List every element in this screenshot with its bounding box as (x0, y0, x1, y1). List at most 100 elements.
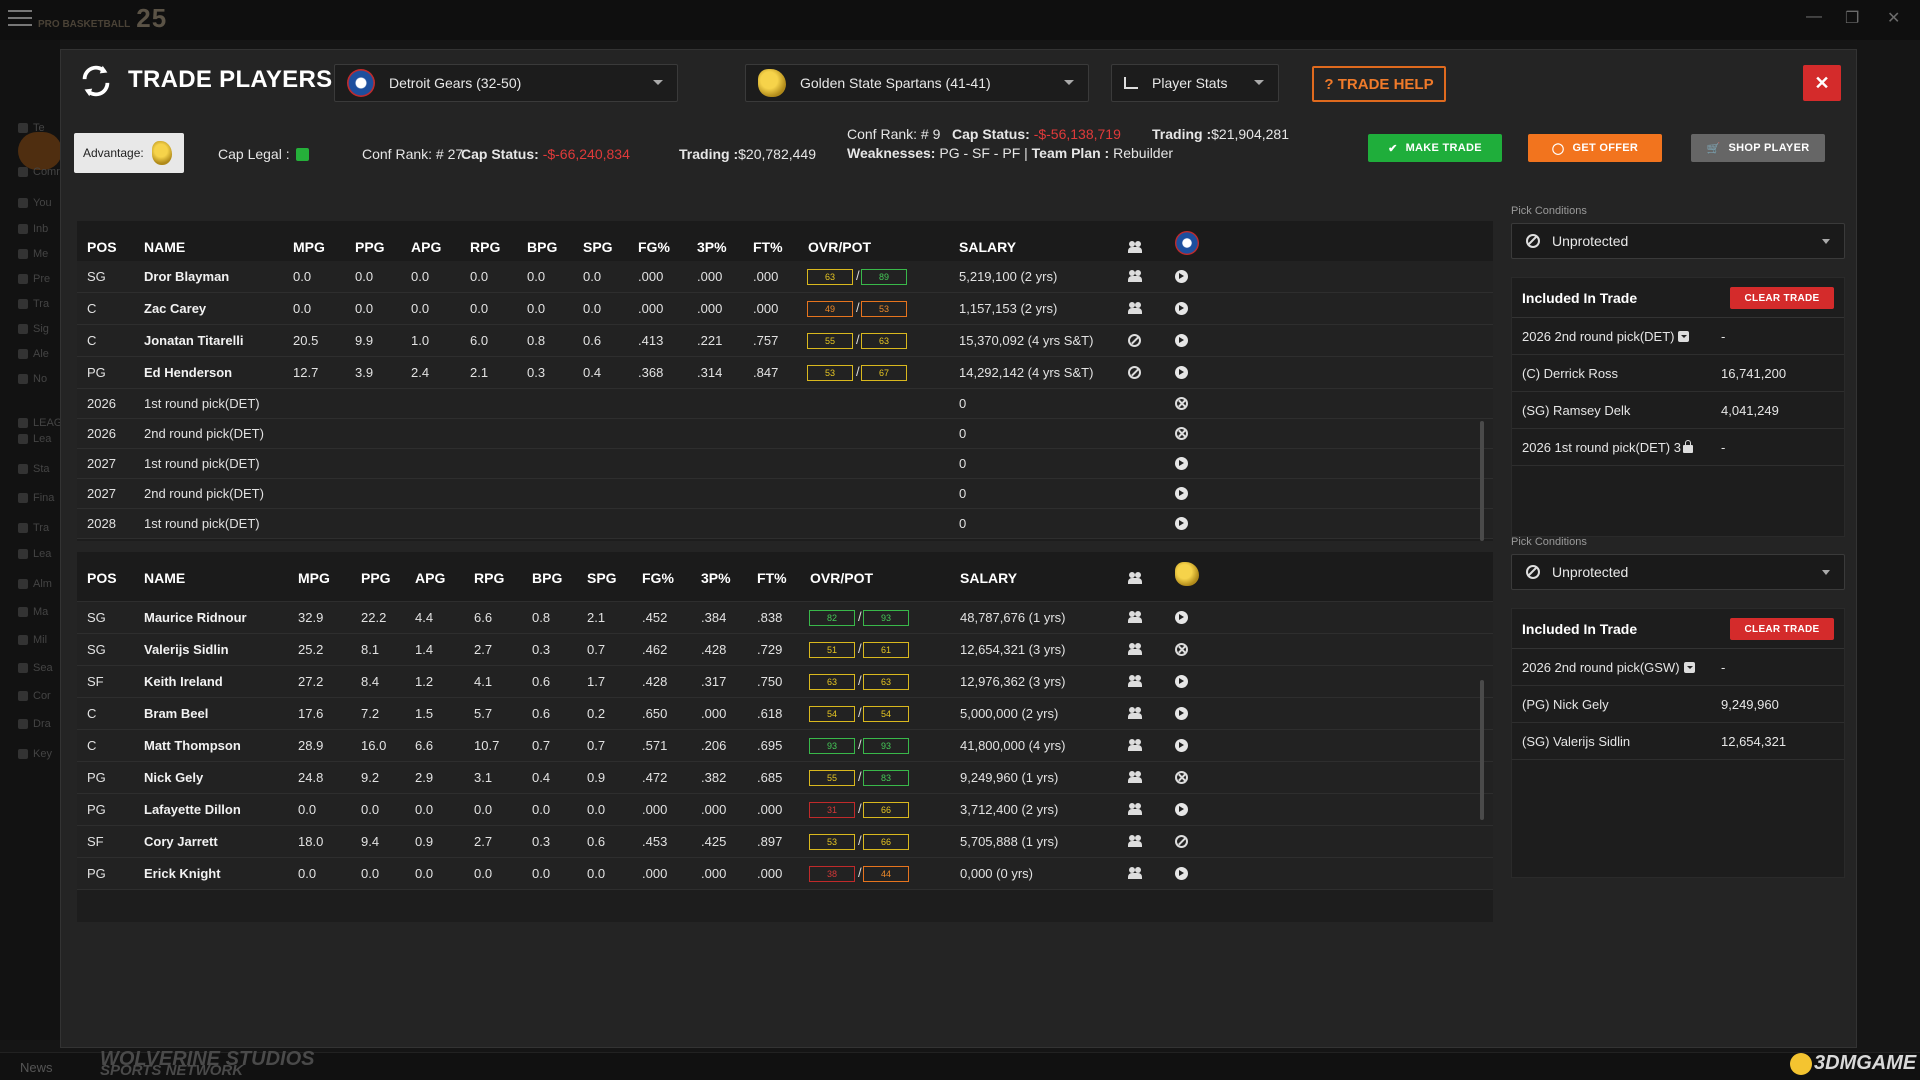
remove-icon[interactable] (1175, 397, 1188, 410)
people-icon[interactable] (1128, 835, 1142, 847)
people-icon[interactable] (1128, 270, 1142, 282)
clear-trade-button[interactable]: CLEAR TRADE (1730, 287, 1834, 309)
column-header[interactable]: POS (87, 570, 117, 586)
close-window-icon[interactable]: ✕ (1887, 8, 1900, 28)
included-item[interactable]: (C) Derrick Ross 16,741,200 (1512, 355, 1844, 392)
column-header[interactable]: MPG (293, 239, 325, 255)
column-header[interactable]: 3P% (697, 239, 727, 255)
close-dialog-button[interactable]: ✕ (1803, 65, 1841, 101)
people-icon[interactable] (1128, 867, 1142, 879)
included-item[interactable]: (PG) Nick Gely 9,249,960 (1512, 686, 1844, 723)
table-row[interactable]: PG Erick Knight 0.0 0.0 0.0 0.0 0.0 0.0 .000 .000… (77, 858, 1493, 890)
table-row[interactable]: C Bram Beel 17.6 7.2 1.5 5.7 0.6 0.2 .650 .000 .61… (77, 698, 1493, 730)
people-icon[interactable] (1128, 611, 1142, 623)
column-header[interactable]: FG% (638, 239, 670, 255)
column-header[interactable]: BPG (527, 239, 557, 255)
draft-pick-row[interactable]: 2026 1st round pick(DET) 0 (77, 389, 1493, 419)
column-header[interactable]: FG% (642, 570, 674, 586)
remove-icon[interactable] (1175, 427, 1188, 440)
column-header[interactable]: NAME (144, 570, 185, 586)
trade-help-button[interactable]: ? TRADE HELP (1312, 66, 1446, 102)
table-row[interactable]: PG Nick Gely 24.8 9.2 2.9 3.1 0.4 0.9 .472 .382 .6… (77, 762, 1493, 794)
included-item[interactable]: 2026 1st round pick(DET) 3 - (1512, 429, 1844, 466)
view-select[interactable]: Player Stats (1111, 64, 1279, 102)
table-row[interactable]: PG Ed Henderson 12.7 3.9 2.4 2.1 0.3 0.4 .368 .31… (77, 357, 1493, 389)
arrow-right-icon[interactable] (1175, 270, 1188, 283)
draft-pick-row[interactable]: 2027 2nd round pick(DET) 0 (77, 479, 1493, 509)
remove-icon[interactable] (1175, 643, 1188, 656)
dropdown-tag-icon[interactable] (1683, 662, 1695, 673)
draft-pick-row[interactable]: 2027 1st round pick(DET) 0 (77, 449, 1493, 479)
people-icon[interactable] (1128, 803, 1142, 815)
table-row[interactable]: SF Cory Jarrett 18.0 9.4 0.9 2.7 0.3 0.6 .453 .42… (77, 826, 1493, 858)
column-header[interactable]: APG (415, 570, 445, 586)
people-icon[interactable] (1128, 707, 1142, 719)
table-row[interactable]: SF Keith Ireland 27.2 8.4 1.2 4.1 0.6 1.7 .428 .3… (77, 666, 1493, 698)
included-item[interactable]: 2026 2nd round pick(DET) - (1512, 318, 1844, 355)
column-header[interactable]: SALARY (960, 570, 1017, 586)
maximize-icon[interactable]: ❐ (1845, 8, 1859, 28)
column-header[interactable]: NAME (144, 239, 185, 255)
table-row[interactable]: SG Dror Blayman 0.0 0.0 0.0 0.0 0.0 0.0 .000 .000… (77, 261, 1493, 293)
team-right-select[interactable]: Golden State Spartans (41-41) (745, 64, 1089, 102)
column-header[interactable]: SPG (583, 239, 613, 255)
column-header[interactable]: OVR/POT (808, 239, 871, 255)
menu-icon[interactable] (8, 7, 32, 29)
draft-pick-row[interactable]: 2028 1st round pick(DET) 0 (77, 509, 1493, 539)
people-icon[interactable] (1128, 739, 1142, 751)
people-icon[interactable] (1128, 675, 1142, 687)
column-header[interactable]: PPG (361, 570, 391, 586)
minimize-icon[interactable]: — (1806, 8, 1822, 26)
team-left-select[interactable]: Detroit Gears (32-50) (334, 64, 678, 102)
draft-pick-row[interactable]: 2026 2nd round pick(DET) 0 (77, 419, 1493, 449)
column-header[interactable]: SALARY (959, 239, 1016, 255)
column-header[interactable]: APG (411, 239, 441, 255)
arrow-right-icon[interactable] (1175, 487, 1188, 500)
column-header[interactable]: RPG (474, 570, 504, 586)
column-header[interactable]: POS (87, 239, 117, 255)
shop-player-button[interactable]: 🛒 SHOP PLAYER (1691, 134, 1825, 162)
arrow-right-icon[interactable] (1175, 457, 1188, 470)
table-row[interactable]: C Zac Carey 0.0 0.0 0.0 0.0 0.0 0.0 .000 .000 .000… (77, 293, 1493, 325)
table-row[interactable]: C Matt Thompson 28.9 16.0 6.6 10.7 0.7 0.7 .571.… (77, 730, 1493, 762)
arrow-right-icon[interactable] (1175, 517, 1188, 530)
people-icon[interactable] (1128, 302, 1142, 314)
column-header[interactable]: 3P% (701, 570, 731, 586)
block-icon[interactable] (1175, 835, 1188, 848)
pick-conditions-select[interactable]: Unprotected (1511, 554, 1845, 590)
arrow-right-icon[interactable] (1175, 334, 1188, 347)
block-icon[interactable] (1128, 334, 1141, 347)
column-header[interactable]: PPG (355, 239, 385, 255)
column-header[interactable]: FT% (757, 570, 787, 586)
column-header[interactable]: RPG (470, 239, 500, 255)
dropdown-tag-icon[interactable] (1678, 331, 1690, 342)
bottom-table-scrollbar[interactable] (1480, 680, 1484, 820)
table-row[interactable]: SG Maurice Ridnour 32.9 22.2 4.4 6.6 0.8 2.1 .45… (77, 602, 1493, 634)
column-header[interactable]: BPG (532, 570, 562, 586)
remove-icon[interactable] (1175, 771, 1188, 784)
people-icon[interactable] (1128, 771, 1142, 783)
arrow-right-icon[interactable] (1175, 611, 1188, 624)
included-item[interactable]: (SG) Valerijs Sidlin 12,654,321 (1512, 723, 1844, 760)
column-header[interactable]: OVR/POT (810, 570, 873, 586)
clear-trade-button[interactable]: CLEAR TRADE (1730, 618, 1834, 640)
arrow-right-icon[interactable] (1175, 803, 1188, 816)
block-icon[interactable] (1128, 366, 1141, 379)
top-table-scrollbar[interactable] (1480, 421, 1484, 541)
column-header[interactable]: MPG (298, 570, 330, 586)
arrow-right-icon[interactable] (1175, 366, 1188, 379)
news-label[interactable]: News (20, 1060, 53, 1075)
arrow-right-icon[interactable] (1175, 302, 1188, 315)
column-header[interactable]: FT% (753, 239, 783, 255)
arrow-right-icon[interactable] (1175, 739, 1188, 752)
arrow-right-icon[interactable] (1175, 707, 1188, 720)
arrow-right-icon[interactable] (1175, 867, 1188, 880)
column-header[interactable]: SPG (587, 570, 617, 586)
arrow-right-icon[interactable] (1175, 675, 1188, 688)
table-row[interactable]: SG Valerijs Sidlin 25.2 8.1 1.4 2.7 0.3 0.7 .462… (77, 634, 1493, 666)
included-item[interactable]: 2026 2nd round pick(GSW) - (1512, 649, 1844, 686)
pick-conditions-select[interactable]: Unprotected (1511, 223, 1845, 259)
make-trade-button[interactable]: ✔ MAKE TRADE (1368, 134, 1502, 162)
included-item[interactable]: (SG) Ramsey Delk 4,041,249 (1512, 392, 1844, 429)
table-row[interactable]: PG Lafayette Dillon 0.0 0.0 0.0 0.0 0.0 0.0 .000… (77, 794, 1493, 826)
